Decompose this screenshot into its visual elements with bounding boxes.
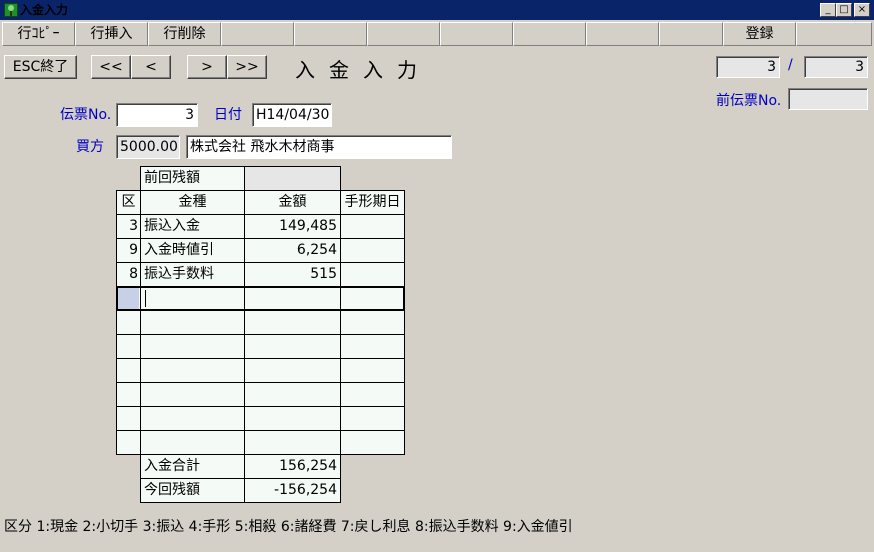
close-button[interactable]: × — [854, 3, 870, 17]
toolbar-slot-6[interactable] — [367, 22, 440, 46]
prev-slip-field[interactable] — [788, 88, 868, 110]
kubun-legend: 区分 1:現金 2:小切手 3:振込 4:手形 5:相殺 6:諸経費 7:戻し利… — [4, 519, 573, 535]
total-value: 156,254 — [244, 454, 341, 479]
row-kubun-cell[interactable] — [116, 310, 141, 335]
first-record-button[interactable]: << — [91, 55, 131, 79]
header-kinshu: 金種 — [140, 190, 245, 215]
balance-value: -156,254 — [244, 478, 341, 503]
buyer-name-field: 株式会社 飛水木材商事 — [186, 135, 452, 159]
toolbar-slot-12[interactable] — [796, 22, 872, 46]
header-due-date: 手形期日 — [340, 190, 405, 215]
total-records-field: 3 — [804, 56, 868, 78]
row-due-date-cell[interactable] — [340, 382, 405, 407]
row-amount-cell[interactable] — [244, 430, 341, 455]
esc-exit-button[interactable]: ESC終了 — [4, 55, 77, 79]
row-amount-cell[interactable] — [244, 382, 341, 407]
row-due-date-cell[interactable] — [340, 214, 405, 239]
row-due-date-cell[interactable] — [340, 358, 405, 383]
row-due-date-cell[interactable] — [340, 310, 405, 335]
row-amount-cell[interactable]: 149,485 — [244, 214, 341, 239]
date-label: 日付 — [214, 107, 242, 123]
row-kinshu-cell[interactable]: 入金時値引 — [140, 238, 245, 263]
row-kinshu-cell[interactable] — [140, 430, 245, 455]
row-kubun-cell[interactable]: 9 — [116, 238, 141, 263]
row-due-date-cell[interactable] — [340, 334, 405, 359]
row-kubun-cell[interactable] — [116, 382, 141, 407]
row-kinshu-cell[interactable]: 振込入金 — [140, 214, 245, 239]
toolbar-slot-10[interactable] — [659, 22, 723, 46]
total-label: 入金合計 — [140, 454, 245, 479]
row-due-date-cell[interactable] — [340, 286, 405, 311]
row-kinshu-cell[interactable]: 振込手数料 — [140, 262, 245, 287]
toolbar-slot-5[interactable] — [294, 22, 367, 46]
row-due-date-cell[interactable] — [340, 262, 405, 287]
row-kinshu-cell[interactable] — [140, 382, 245, 407]
row-kubun-cell[interactable] — [116, 334, 141, 359]
date-field[interactable]: H14/04/30 — [252, 103, 332, 127]
maximize-button[interactable]: □ — [836, 3, 852, 17]
delete-row-button[interactable]: 行削除 — [148, 22, 221, 46]
text-caret — [145, 290, 146, 307]
minimize-button[interactable]: _ — [820, 3, 836, 17]
slip-no-label: 伝票No. — [60, 107, 112, 123]
next-record-button[interactable]: > — [187, 55, 227, 79]
row-kubun-cell[interactable]: 8 — [116, 262, 141, 287]
buyer-code-field[interactable]: 5000.00 — [116, 135, 180, 159]
tree-app-icon — [4, 3, 18, 17]
prev-balance-value — [244, 166, 341, 191]
title-bar — [0, 0, 874, 20]
row-kubun-cell[interactable] — [116, 406, 141, 431]
row-due-date-cell[interactable] — [340, 238, 405, 263]
insert-row-button[interactable]: 行挿入 — [75, 22, 148, 46]
toolbar-slot-7[interactable] — [440, 22, 513, 46]
toolbar-slot-8[interactable] — [513, 22, 586, 46]
prev-record-button[interactable]: < — [131, 55, 171, 79]
row-amount-cell[interactable] — [244, 358, 341, 383]
toolbar-slot-9[interactable] — [586, 22, 659, 46]
row-amount-cell[interactable]: 515 — [244, 262, 341, 287]
row-kubun-cell[interactable]: 3 — [116, 214, 141, 239]
row-amount-cell[interactable] — [244, 334, 341, 359]
prev-balance-label: 前回残額 — [140, 166, 245, 191]
row-amount-cell[interactable] — [244, 286, 341, 311]
buyer-label: 買方 — [76, 139, 104, 155]
form-title: 入金入力 — [295, 58, 431, 82]
row-kinshu-cell[interactable] — [140, 358, 245, 383]
active-kubun-highlight — [118, 288, 139, 309]
copy-row-button[interactable]: 行ｺﾋﾟｰ — [2, 22, 75, 46]
row-due-date-cell[interactable] — [340, 406, 405, 431]
row-amount-cell[interactable] — [244, 310, 341, 335]
current-record-field: 3 — [716, 56, 780, 78]
row-kinshu-cell[interactable] — [140, 334, 245, 359]
row-amount-cell[interactable] — [244, 406, 341, 431]
header-amount: 金額 — [244, 190, 341, 215]
row-kubun-cell[interactable] — [116, 358, 141, 383]
slip-no-field[interactable]: 3 — [116, 103, 198, 127]
record-separator: / — [788, 57, 793, 73]
register-button[interactable]: 登録 — [723, 22, 796, 46]
toolbar-slot-4[interactable] — [221, 22, 294, 46]
header-kubun: 区 — [116, 190, 141, 215]
row-kinshu-cell[interactable] — [140, 310, 245, 335]
window-title: 入金入力 — [20, 3, 69, 17]
row-kubun-cell[interactable] — [116, 430, 141, 455]
row-due-date-cell[interactable] — [340, 430, 405, 455]
balance-label: 今回残額 — [140, 478, 245, 503]
row-amount-cell[interactable]: 6,254 — [244, 238, 341, 263]
prev-slip-label: 前伝票No. — [716, 93, 782, 109]
row-kinshu-cell[interactable] — [140, 406, 245, 431]
last-record-button[interactable]: >> — [227, 55, 267, 79]
row-kinshu-cell[interactable] — [140, 286, 245, 311]
